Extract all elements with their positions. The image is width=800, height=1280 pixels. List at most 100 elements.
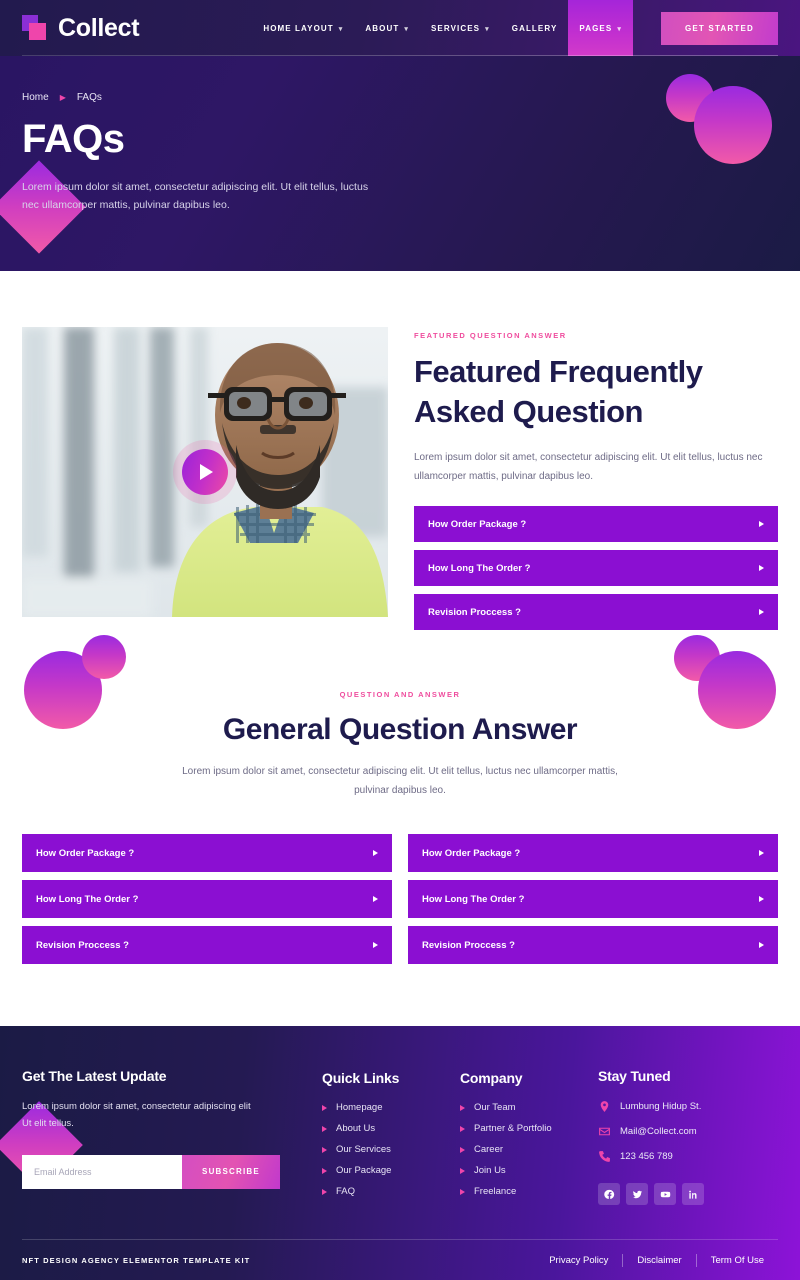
accordion-label: How Order Package ?	[36, 847, 135, 859]
contact-email[interactable]: Mail@Collect.com	[598, 1125, 778, 1138]
accordion-item[interactable]: How Order Package ?	[414, 506, 778, 543]
copyright-text: NFT Design Agency Elementor Template Kit	[22, 1255, 251, 1265]
general-accordion-left: How Order Package ? How Long The Order ?…	[22, 834, 392, 965]
chevron-right-icon	[373, 942, 378, 949]
accordion-item[interactable]: How Order Package ?	[22, 834, 392, 873]
footer-link-label: Career	[474, 1144, 504, 1156]
chevron-right-icon	[460, 1188, 465, 1195]
phone-icon	[598, 1150, 611, 1163]
chevron-right-icon	[759, 896, 764, 903]
newsletter-title: Get The Latest Update	[22, 1068, 167, 1085]
company-list: Our Team Partner & Portfolio Career Join…	[460, 1102, 588, 1197]
footer-link-join-us[interactable]: Join Us	[460, 1165, 588, 1176]
chevron-right-icon	[759, 565, 764, 572]
chevron-right-icon	[759, 850, 764, 857]
logo-squares-icon	[22, 15, 48, 41]
general-title: General Question Answer	[222, 713, 578, 747]
youtube-icon[interactable]	[654, 1183, 676, 1206]
chevron-right-icon	[373, 896, 378, 903]
accordion-item[interactable]: Revision Proccess ?	[408, 926, 778, 965]
get-started-button[interactable]: Get Started	[660, 11, 778, 45]
play-button[interactable]	[182, 449, 228, 495]
nav-item-about[interactable]: About ▾	[354, 0, 420, 56]
nav-item-pages[interactable]: Pages ▾	[568, 0, 633, 56]
contact-address-text: Lumbung Hidup St.	[620, 1101, 702, 1113]
featured-title: Featured Frequently Asked Question	[414, 354, 703, 429]
chevron-down-icon: ▾	[404, 26, 409, 33]
stay-tuned-title: Stay Tuned	[598, 1068, 671, 1085]
accordion-label: How Long The Order ?	[422, 893, 525, 905]
chevron-right-icon	[322, 1104, 327, 1111]
accordion-item[interactable]: How Long The Order ?	[408, 880, 778, 919]
quick-links-list: Homepage About Us Our Services Our Packa…	[322, 1102, 450, 1197]
nav-label: Services	[431, 23, 481, 33]
accordion-item[interactable]: How Long The Order ?	[414, 550, 778, 587]
nav-label: Home Layout	[263, 23, 334, 33]
footer-link-label: Our Team	[474, 1102, 516, 1114]
footer-link-label: Homepage	[336, 1102, 383, 1114]
logo-text: Collect	[58, 13, 140, 42]
footer-bottom-bar: NFT Design Agency Elementor Template Kit…	[22, 1239, 778, 1280]
footer-link-label: Our Services	[336, 1144, 391, 1156]
hero-description: Lorem ipsum dolor sit amet, consectetur …	[22, 181, 369, 212]
email-input[interactable]	[22, 1154, 182, 1189]
chevron-right-icon	[322, 1125, 327, 1132]
linkedin-icon[interactable]	[682, 1183, 704, 1206]
twitter-icon[interactable]	[626, 1183, 648, 1206]
footer-link-career[interactable]: Career	[460, 1144, 588, 1155]
featured-faq-section: Featured Question Answer Featured Freque…	[0, 271, 800, 631]
featured-video-card[interactable]	[22, 327, 388, 617]
accordion-label: How Order Package ?	[422, 847, 521, 859]
contact-list: Lumbung Hidup St. Mail@Collect.com 123 4…	[598, 1100, 778, 1163]
quick-links-column: Quick Links Homepage About Us Our Servic…	[322, 1068, 450, 1197]
accordion-item[interactable]: How Long The Order ?	[22, 880, 392, 919]
company-title: Company	[460, 1070, 523, 1087]
footer-link-our-services[interactable]: Our Services	[322, 1144, 450, 1155]
footer-link-about-us[interactable]: About Us	[322, 1123, 450, 1134]
hero-section: Home ▶ FAQs FAQs Lorem ipsum dolor sit a…	[0, 56, 800, 271]
accordion-item[interactable]: Revision Proccess ?	[22, 926, 392, 965]
legal-link-privacy-policy[interactable]: Privacy Policy	[535, 1255, 622, 1266]
footer-link-label: Freelance	[474, 1186, 517, 1198]
legal-link-disclaimer[interactable]: Disclaimer	[623, 1255, 695, 1266]
general-accordion-right: How Order Package ? How Long The Order ?…	[408, 834, 778, 965]
subscribe-button[interactable]: Subscribe	[182, 1154, 280, 1189]
nav-label: Pages	[579, 23, 613, 33]
featured-accordion: How Order Package ? How Long The Order ?…	[414, 506, 778, 631]
nav-item-home-layout[interactable]: Home Layout ▾	[252, 0, 354, 56]
featured-description: Lorem ipsum dolor sit amet, consectetur …	[414, 452, 763, 482]
footer-link-freelance[interactable]: Freelance	[460, 1186, 588, 1197]
accordion-label: How Long The Order ?	[36, 893, 139, 905]
nav-label: About	[365, 23, 400, 33]
footer-columns: Get The Latest Update Lorem ipsum dolor …	[0, 1068, 778, 1206]
footer-link-homepage[interactable]: Homepage	[322, 1102, 450, 1113]
breadcrumb-current: FAQs	[76, 92, 102, 103]
footer-link-label: About Us	[336, 1123, 376, 1135]
envelope-icon	[598, 1125, 611, 1138]
footer-link-partner-portfolio[interactable]: Partner & Portfolio	[460, 1123, 588, 1134]
legal-link-term-of-use[interactable]: Term Of Use	[697, 1255, 778, 1266]
contact-phone[interactable]: 123 456 789	[598, 1150, 778, 1163]
footer-link-our-team[interactable]: Our Team	[460, 1102, 588, 1113]
accordion-item[interactable]: Revision Proccess ?	[414, 594, 778, 631]
footer-link-our-package[interactable]: Our Package	[322, 1165, 450, 1176]
legal-links: Privacy Policy Disclaimer Term Of Use	[535, 1253, 778, 1267]
general-faq-section: Question And Answer General Question Ans…	[0, 630, 800, 965]
chevron-down-icon: ▾	[485, 26, 490, 33]
newsletter-column: Get The Latest Update Lorem ipsum dolor …	[0, 1068, 312, 1190]
accordion-item[interactable]: How Order Package ?	[408, 834, 778, 873]
facebook-icon[interactable]	[598, 1183, 620, 1206]
newsletter-form: Subscribe	[22, 1154, 280, 1189]
accordion-label: Revision Proccess ?	[428, 606, 521, 618]
nav-item-services[interactable]: Services ▾	[420, 0, 501, 56]
quick-links-title: Quick Links	[322, 1070, 400, 1087]
site-logo[interactable]: Collect	[22, 13, 140, 43]
chevron-right-icon	[460, 1146, 465, 1153]
accordion-label: How Long The Order ?	[428, 562, 531, 574]
general-accordion-grid: How Order Package ? How Long The Order ?…	[22, 834, 778, 965]
page-title: FAQs	[22, 117, 125, 161]
nav-item-gallery[interactable]: Gallery	[501, 0, 569, 56]
breadcrumb-home-link[interactable]: Home	[22, 92, 49, 103]
chevron-right-icon	[759, 609, 764, 616]
footer-link-faq[interactable]: FAQ	[322, 1186, 450, 1197]
